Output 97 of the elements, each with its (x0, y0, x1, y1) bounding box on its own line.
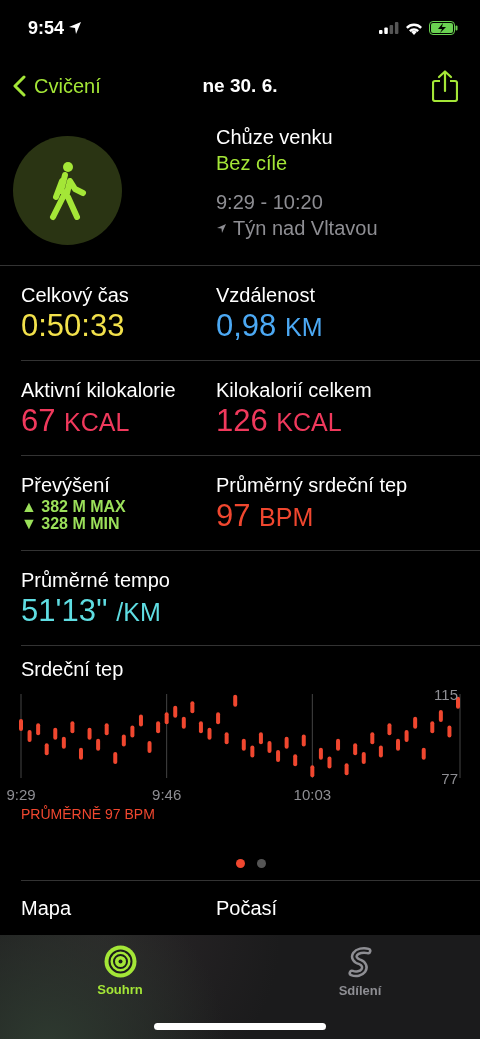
heart-rate-point (378, 745, 383, 758)
elevation-value: ▲ 382 M MAX (21, 498, 127, 515)
nav-title: ne 30. 6. (202, 75, 278, 96)
wifi-icon (405, 21, 423, 35)
heart-rate-point (19, 718, 23, 731)
heart-rate-point (301, 734, 306, 747)
heart-rate-point (310, 765, 315, 778)
metric-value: 67 KCAL (21, 403, 131, 440)
heart-rate-point (79, 747, 83, 760)
back-button[interactable]: Cvičení (12, 74, 101, 98)
heart-rate-point (258, 732, 263, 745)
rings-icon (103, 945, 137, 978)
heart-rate-point (344, 763, 349, 776)
heart-rate-point (27, 730, 32, 742)
heart-rate-point (36, 723, 41, 736)
heart-rate-point (396, 738, 400, 751)
heart-rate-point (173, 705, 178, 718)
walking-person-icon (47, 160, 88, 221)
heart-rate-point (318, 747, 323, 760)
heart-rate-point (216, 712, 221, 725)
sharing-icon (348, 945, 372, 979)
heart-rate-point (404, 730, 409, 742)
heart-rate-point (430, 721, 435, 734)
heart-rate-point (327, 756, 332, 769)
metric-label: Průměrné tempo (21, 568, 171, 593)
heart-rate-point (147, 741, 152, 754)
heart-rate-point (250, 745, 255, 758)
heart-rate-point (267, 741, 272, 754)
heart-rate-point (164, 712, 169, 725)
heart-rate-point (138, 714, 143, 727)
heart-rate-point (96, 738, 101, 751)
heart-rate-point (370, 732, 375, 745)
heart-rate-point (181, 716, 186, 729)
signal-icon (379, 22, 399, 34)
tab[interactable]: Souhrn (0, 945, 240, 1039)
metric-value: 97 BPM (216, 498, 315, 535)
chart-title: Srdeční tep (21, 657, 125, 682)
metric-label: Vzdálenost (216, 283, 316, 308)
workout-goal: Bez cíle (216, 151, 289, 176)
page-dot[interactable] (256, 859, 266, 868)
heart-rate-point (130, 725, 135, 738)
location-arrow-icon (216, 222, 227, 234)
metric-value: 51'13'' /KM (21, 593, 162, 630)
metric-label: Kilokalorií celkem (216, 378, 373, 403)
y-axis-label: 115 (434, 686, 458, 703)
heart-rate-point (413, 716, 418, 729)
heart-rate-point (438, 710, 443, 723)
heart-rate-point (276, 749, 281, 762)
heart-rate-point (233, 694, 238, 707)
page-dot[interactable] (235, 859, 245, 868)
heart-rate-point (456, 696, 460, 709)
heart-rate-point (104, 723, 109, 736)
chevron-left-icon (12, 75, 26, 97)
location-arrow-icon (68, 21, 83, 35)
heart-rate-point (190, 701, 195, 714)
metric-label: Aktivní kilokalorie (21, 378, 177, 403)
average-label: PRŮMĚRNĚ 97 BPM (21, 806, 156, 822)
workout-location: Týn nad Vltavou (233, 216, 378, 241)
heart-rate-point (361, 752, 366, 765)
x-axis-label: 9:29 (6, 786, 36, 803)
x-axis-label: 10:03 (293, 786, 332, 803)
metric-label: Převýšení (21, 473, 111, 498)
heart-rate-point (336, 738, 341, 751)
heart-rate-point (156, 721, 161, 734)
heart-rate-point (387, 723, 392, 736)
heart-rate-point (70, 721, 75, 734)
section-title: Počasí (216, 896, 279, 920)
heart-rate-point (87, 727, 92, 740)
metric-value: 126 KCAL (216, 403, 343, 440)
metric-label: Celkový čas (21, 283, 130, 308)
heart-rate-point (447, 725, 452, 738)
y-axis-label: 77 (441, 769, 458, 787)
clock-time: 9:54 (28, 17, 65, 39)
section-title: Mapa (21, 896, 73, 920)
heart-rate-point (121, 734, 126, 747)
heart-rate-point (113, 752, 118, 765)
metric-value: 0:50:33 (21, 308, 126, 344)
time-range: 9:29 - 10:20 (216, 190, 324, 215)
heart-rate-point (421, 747, 426, 760)
heart-rate-point (293, 754, 298, 767)
heart-rate-point (61, 736, 66, 749)
heart-rate-point (44, 743, 49, 756)
heart-rate-point (207, 727, 212, 740)
battery-charging-icon (429, 21, 458, 35)
heart-rate-point (53, 727, 58, 740)
heart-rate-point (241, 738, 246, 751)
x-axis-label: 9:46 (152, 786, 182, 803)
heart-rate-point (353, 743, 358, 756)
heart-rate-point (284, 736, 289, 749)
metric-label: Průměrný srdeční tep (216, 473, 409, 498)
elevation-value: ▼ 328 M MIN (21, 515, 121, 532)
tab[interactable]: Sdílení (240, 945, 480, 1039)
heart-rate-point (224, 732, 229, 745)
metric-value: 0,98 KM (216, 308, 324, 345)
share-icon[interactable] (432, 70, 458, 102)
workout-type: Chůze venku (216, 125, 334, 150)
heart-rate-point (198, 721, 203, 734)
